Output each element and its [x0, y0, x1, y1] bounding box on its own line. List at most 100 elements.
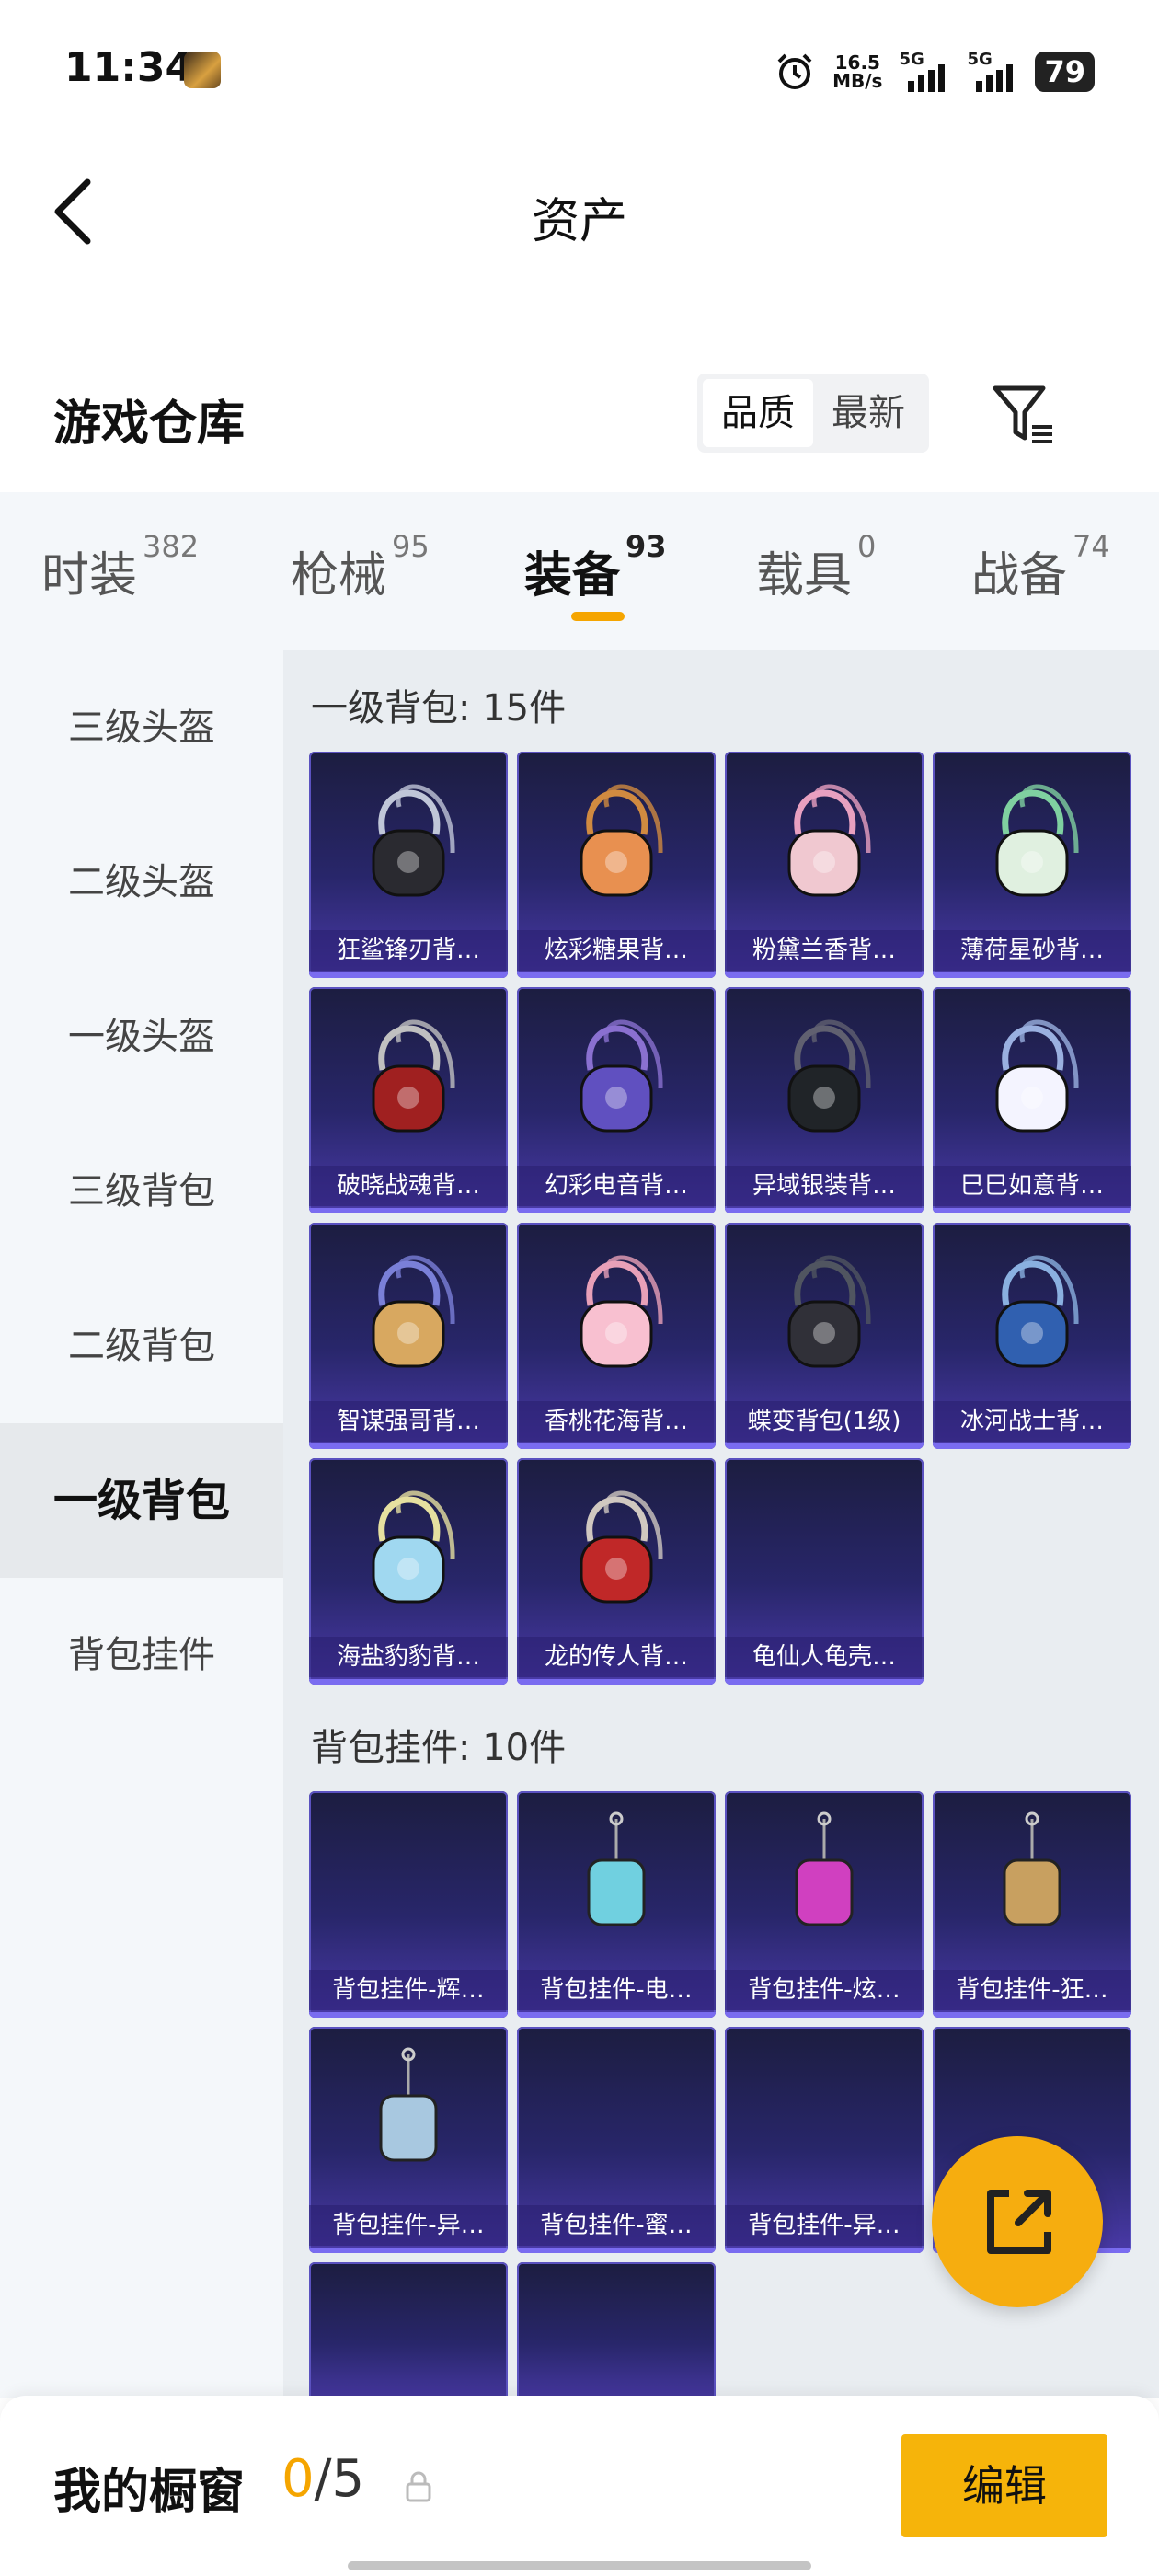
backpack-item-card[interactable]: 龟仙人龟壳…: [725, 1458, 924, 1685]
sidebar-item-backpack-2[interactable]: 二级背包: [0, 1269, 283, 1423]
rarity-glow: [517, 1443, 716, 1449]
charm-item-card[interactable]: 背包挂件-异…: [309, 2027, 508, 2253]
backpack-item-card[interactable]: 巳巳如意背…: [933, 987, 1131, 1213]
group-title-backpack-1: 一级背包: 15件: [311, 687, 567, 730]
backpack-item-card[interactable]: 龙的传人背…: [517, 1458, 716, 1685]
net-speed: 16.5 MB/s: [832, 53, 882, 90]
signal-icon: 5G: [967, 50, 1018, 92]
tab-indicator: [571, 612, 625, 621]
item-name: 冰河战士背…: [933, 1401, 1131, 1442]
item-name: 海盐豹豹背…: [309, 1637, 508, 1677]
sidebar-item-helmet-3[interactable]: 三级头盔: [0, 650, 283, 805]
tab-count: 74: [1073, 529, 1110, 564]
backpack-item-card[interactable]: 蝶变背包(1级): [725, 1223, 924, 1449]
sim2-label: 5G: [967, 50, 993, 69]
rarity-glow: [517, 2012, 716, 2018]
charm-item-card[interactable]: 背包挂件-炫…: [725, 1791, 924, 2018]
backpack-item-card[interactable]: 香桃花海背…: [517, 1223, 716, 1449]
bottom-bar: 我的橱窗 0/5 编辑: [0, 2396, 1159, 2576]
page-title: 资产: [531, 194, 627, 249]
status-indicators: 16.5 MB/s 5G 5G 79: [774, 46, 1095, 98]
tab-label: 时装: [41, 548, 138, 604]
item-name: 狂鲨锋刃背…: [309, 930, 508, 971]
item-name: 龙的传人背…: [517, 1637, 716, 1677]
backpack-item-card[interactable]: 异域银装背…: [725, 987, 924, 1213]
backpack-item-card[interactable]: 幻彩电音背…: [517, 987, 716, 1213]
item-name: 蝶变背包(1级): [725, 1401, 924, 1442]
battery-indicator: 79: [1035, 52, 1095, 92]
sidebar-item-backpack-3[interactable]: 三级背包: [0, 1114, 283, 1269]
lock-icon: [406, 2471, 431, 2502]
tab-guns[interactable]: 枪械95: [291, 529, 430, 605]
filter-button[interactable]: [986, 377, 1060, 451]
tab-label: 装备: [524, 548, 621, 604]
item-name: 龟仙人龟壳…: [725, 1637, 924, 1677]
charm-item-card[interactable]: 背包挂件-电…: [517, 1791, 716, 2018]
backpack-item-card[interactable]: 狂鲨锋刃背…: [309, 752, 508, 978]
sort-option-quality[interactable]: 品质: [703, 379, 813, 447]
sidebar-item-backpack-charm[interactable]: 背包挂件: [0, 1578, 283, 1732]
group-title-charms: 背包挂件: 10件: [311, 1727, 567, 1769]
rarity-glow: [933, 2012, 1131, 2018]
status-time: 11:34: [64, 44, 194, 91]
rarity-glow: [517, 2248, 716, 2253]
sidebar-item-helmet-1[interactable]: 一级头盔: [0, 960, 283, 1114]
item-name: 巳巳如意背…: [933, 1166, 1131, 1206]
tab-label: 枪械: [291, 548, 387, 604]
rarity-glow: [309, 2248, 508, 2253]
sidebar-item-helmet-2[interactable]: 二级头盔: [0, 805, 283, 960]
item-grid-backpacks: 狂鲨锋刃背… 炫彩糖果背… 粉黛兰香背… 薄荷星砂背… 破晓战魂背… 幻彩电音背… 异域银装…: [309, 752, 1131, 1685]
rarity-glow: [309, 972, 508, 978]
status-bar: 11:34 16.5 MB/s 5G 5G 79: [0, 0, 1159, 138]
charm-item-card[interactable]: 背包挂件-辉…: [309, 1791, 508, 2018]
tab-fashion[interactable]: 时装382: [41, 529, 199, 605]
item-name: 背包挂件-炫…: [725, 1970, 924, 2010]
share-button[interactable]: [932, 2136, 1103, 2307]
item-name: 背包挂件-辉…: [309, 1970, 508, 2010]
home-indicator: [348, 2561, 811, 2570]
item-name: 粉黛兰香背…: [725, 930, 924, 971]
backpack-item-card[interactable]: 破晓战魂背…: [309, 987, 508, 1213]
showcase-current: 0: [281, 2449, 315, 2509]
rarity-glow: [933, 1208, 1131, 1213]
share-icon: [987, 2190, 1051, 2254]
tab-count: 0: [857, 529, 877, 564]
rarity-glow: [309, 1208, 508, 1213]
charm-item-card[interactable]: [309, 2262, 508, 2398]
tab-count: 95: [392, 529, 430, 564]
backpack-item-card[interactable]: 冰河战士背…: [933, 1223, 1131, 1449]
item-name: 异域银装背…: [725, 1166, 924, 1206]
showcase-count: 0/5: [281, 2449, 364, 2509]
charm-item-card[interactable]: 背包挂件-异…: [725, 2027, 924, 2253]
backpack-item-card[interactable]: 炫彩糖果背…: [517, 752, 716, 978]
item-name: 智谋强哥背…: [309, 1401, 508, 1442]
item-name: 背包挂件-狂…: [933, 1970, 1131, 2010]
sidebar: 三级头盔 二级头盔 一级头盔 三级背包 二级背包 一级背包 背包挂件: [0, 650, 283, 2398]
backpack-item-card[interactable]: 海盐豹豹背…: [309, 1458, 508, 1685]
backpack-item-card[interactable]: 智谋强哥背…: [309, 1223, 508, 1449]
tab-vehicles[interactable]: 载具0: [756, 529, 876, 605]
showcase-label: 我的橱窗: [53, 2465, 246, 2520]
sidebar-item-backpack-1[interactable]: 一级背包: [0, 1423, 283, 1578]
tab-equipment[interactable]: 装备93: [524, 529, 667, 605]
charm-item-card[interactable]: 背包挂件-蜜…: [517, 2027, 716, 2253]
signal-icon: 5G: [899, 50, 950, 92]
charm-item-card[interactable]: [517, 2262, 716, 2398]
item-name: 炫彩糖果背…: [517, 930, 716, 971]
item-grid-charms: 背包挂件-辉… 背包挂件-电… 背包挂件-炫… 背包挂件-狂… 背包挂件-异… 背包挂件-…: [309, 1791, 1131, 2398]
net-speed-value: 16.5: [834, 52, 880, 74]
backpack-item-card[interactable]: 薄荷星砂背…: [933, 752, 1131, 978]
item-name: 背包挂件-异…: [725, 2205, 924, 2246]
item-name: 背包挂件-异…: [309, 2205, 508, 2246]
tab-supplies[interactable]: 战备74: [971, 529, 1110, 605]
backpack-item-card[interactable]: 粉黛兰香背…: [725, 752, 924, 978]
charm-item-card[interactable]: 背包挂件-狂…: [933, 1791, 1131, 2018]
rarity-glow: [725, 2012, 924, 2018]
sort-option-latest[interactable]: 最新: [813, 379, 924, 447]
edit-button[interactable]: 编辑: [901, 2434, 1107, 2537]
item-name: 香桃花海背…: [517, 1401, 716, 1442]
rarity-glow: [725, 1443, 924, 1449]
rarity-glow: [933, 972, 1131, 978]
rarity-glow: [517, 1208, 716, 1213]
rarity-glow: [933, 1443, 1131, 1449]
